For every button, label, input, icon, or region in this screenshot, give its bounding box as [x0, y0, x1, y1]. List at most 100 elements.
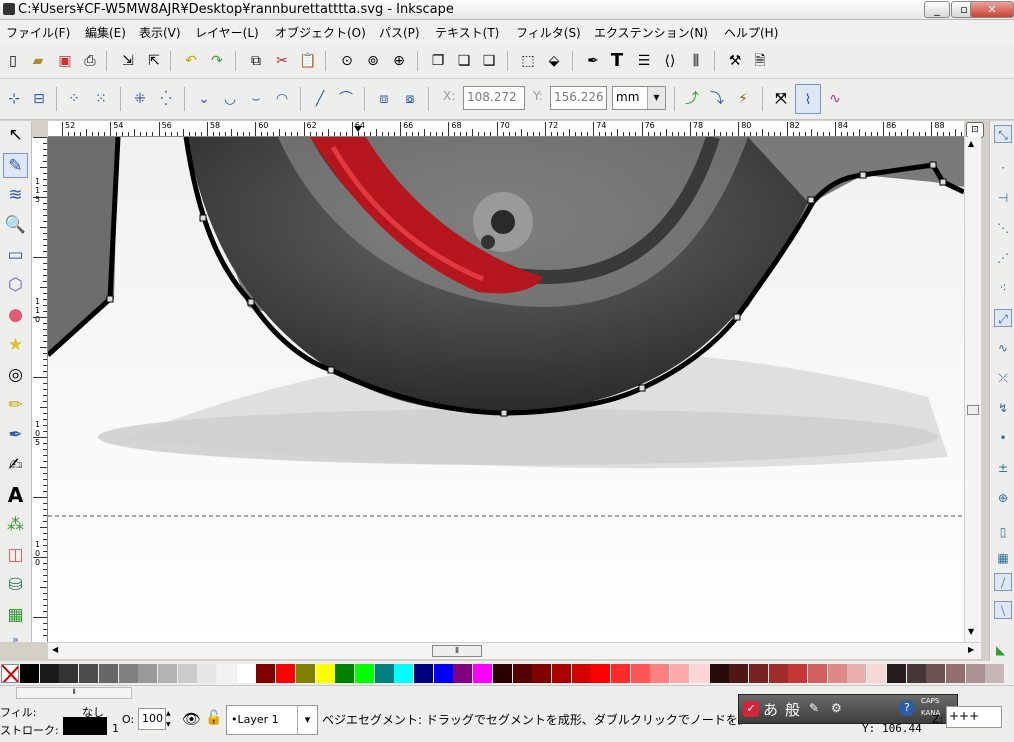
palette-swatch[interactable]: [374, 664, 394, 683]
join-nodes-icon[interactable]: ⁘: [64, 89, 84, 109]
palette-swatch[interactable]: [965, 664, 985, 683]
zoom-correction-icon[interactable]: ⊡: [966, 122, 984, 138]
palette-swatch[interactable]: [157, 664, 177, 683]
stroke-width[interactable]: 1: [112, 722, 119, 735]
break-path-icon[interactable]: ⁙: [91, 89, 111, 109]
snap-cusp-icon[interactable]: ↯: [994, 399, 1012, 417]
scroll-right-icon[interactable]: ▶: [968, 645, 974, 654]
toggle-visibility-icon[interactable]: 👁: [182, 710, 201, 728]
snap-bbox-corner-icon[interactable]: ⋱: [994, 219, 1012, 237]
segment-curve-icon[interactable]: ⌒: [336, 89, 356, 109]
palette-swatch[interactable]: [315, 664, 335, 683]
snap-bbox-edge-icon[interactable]: ⊣: [994, 189, 1012, 207]
palette-swatch[interactable]: [217, 664, 236, 683]
stroke-swatch[interactable]: [63, 717, 107, 735]
palette-swatch[interactable]: [177, 664, 197, 683]
palette-swatch[interactable]: [59, 664, 79, 683]
group-icon[interactable]: ⬚: [518, 51, 538, 71]
undo-icon[interactable]: ↶: [181, 51, 201, 71]
palette-swatch[interactable]: [689, 664, 709, 683]
palette-swatch[interactable]: [138, 664, 158, 683]
palette-swatch[interactable]: [709, 664, 729, 683]
x-coordinate-input[interactable]: 108.272: [463, 86, 525, 110]
scroll-down-icon[interactable]: ▼: [968, 627, 974, 636]
snap-node-icon[interactable]: ⤢: [994, 309, 1012, 327]
snap-center-icon[interactable]: ⁖: [994, 279, 1012, 297]
snap-page-icon[interactable]: ▦: [994, 549, 1012, 567]
align-icon[interactable]: ⫼: [686, 51, 706, 71]
ellipse-tool-icon[interactable]: ●: [3, 303, 28, 328]
palette-swatch[interactable]: [453, 664, 473, 683]
spiral-tool-icon[interactable]: ◎: [3, 363, 28, 388]
print-icon[interactable]: ⎙: [80, 51, 100, 71]
palette-swatch[interactable]: [551, 664, 571, 683]
snap-line-mid-icon[interactable]: ±: [994, 459, 1012, 477]
palette-swatch[interactable]: [118, 664, 138, 683]
scroll-up-icon[interactable]: ▲: [968, 139, 974, 148]
ime-help-icon[interactable]: ?: [899, 700, 915, 716]
redo-icon[interactable]: ↷: [207, 51, 227, 71]
duplicate-icon[interactable]: ❐: [428, 51, 448, 71]
palette-swatch[interactable]: [630, 664, 650, 683]
menu-help[interactable]: ヘルプ(H): [724, 24, 778, 41]
export-icon[interactable]: ⇱: [144, 51, 164, 71]
snap-rotation-icon[interactable]: ▯: [994, 523, 1012, 541]
more-tools-icon[interactable]: »: [3, 633, 28, 647]
menu-object[interactable]: オブジェクト(O): [275, 24, 366, 41]
text-tool-icon[interactable]: A: [3, 483, 28, 508]
palette-swatch[interactable]: [591, 664, 611, 683]
segment-line-icon[interactable]: ╱: [310, 89, 330, 109]
zoom-drawing-icon[interactable]: ⊚: [363, 51, 383, 71]
star-tool-icon[interactable]: ★: [3, 333, 28, 358]
palette-swatch[interactable]: [236, 664, 256, 683]
zoom-input[interactable]: +++: [946, 706, 1002, 728]
document-properties-icon[interactable]: 🗎: [750, 51, 770, 71]
layer-select[interactable]: •Layer 1 ▾: [226, 705, 318, 735]
snap-toggle-icon[interactable]: ⤡: [994, 125, 1012, 143]
spray-tool-icon[interactable]: ⁂: [3, 513, 28, 538]
minimize-button[interactable]: _: [924, 1, 950, 18]
snap-guide-icon[interactable]: ⧹: [994, 601, 1012, 619]
copy-icon[interactable]: ⧉: [246, 51, 266, 71]
unit-select[interactable]: mm ▾: [612, 86, 666, 110]
palette-swatch[interactable]: [906, 664, 926, 683]
palette-swatch[interactable]: [532, 664, 552, 683]
palette-swatch[interactable]: [945, 664, 965, 683]
no-paint-swatch[interactable]: [1, 664, 19, 683]
palette-swatch[interactable]: [79, 664, 99, 683]
preferences-icon[interactable]: ⚒: [725, 51, 745, 71]
text-font-icon[interactable]: T: [607, 51, 627, 71]
node-tool-icon[interactable]: ✎: [3, 153, 28, 178]
scroll-left-icon[interactable]: ◀: [52, 645, 58, 654]
palette-swatch[interactable]: [886, 664, 906, 683]
delete-node-icon[interactable]: ⊟: [29, 89, 49, 109]
bucket-tool-icon[interactable]: ⛁: [3, 573, 28, 598]
eraser-tool-icon[interactable]: ◫: [3, 543, 28, 568]
palette-swatch[interactable]: [256, 664, 276, 683]
stroke-to-path-icon[interactable]: ⧇: [400, 89, 420, 109]
palette-swatch[interactable]: [788, 664, 808, 683]
palette-swatch[interactable]: [354, 664, 374, 683]
opacity-input[interactable]: 100: [138, 708, 166, 730]
palette-swatch[interactable]: [867, 664, 887, 683]
transform-handles-icon[interactable]: ⤧: [771, 89, 791, 109]
palette-swatch[interactable]: [985, 664, 1005, 683]
ime-tool-icon[interactable]: ✎: [809, 701, 819, 715]
calligraphy-tool-icon[interactable]: ✍: [3, 453, 28, 478]
node-symmetric-icon[interactable]: ⌣: [246, 89, 266, 109]
import-icon[interactable]: ⇲: [118, 51, 138, 71]
palette-swatch[interactable]: [433, 664, 453, 683]
horizontal-scroll-thumb[interactable]: ⦀: [432, 645, 482, 657]
cut-icon[interactable]: ✂: [272, 51, 292, 71]
show-handles-icon[interactable]: ⌇: [795, 84, 821, 114]
ime-dict-icon[interactable]: ⚙: [831, 701, 842, 715]
menu-extensions[interactable]: エクステンション(N): [594, 24, 708, 41]
ime-conversion-mode[interactable]: 般: [785, 699, 800, 720]
unlink-clone-icon[interactable]: ❑: [479, 51, 499, 71]
snap-expand-icon[interactable]: ◣: [996, 643, 1005, 657]
join-segment-icon[interactable]: ⁜: [130, 89, 150, 109]
open-icon[interactable]: ▰: [28, 51, 48, 71]
vertical-scrollbar[interactable]: ▲ ▼: [964, 137, 981, 642]
zoom-selection-icon[interactable]: ⊙: [337, 51, 357, 71]
palette-swatch[interactable]: [611, 664, 630, 683]
